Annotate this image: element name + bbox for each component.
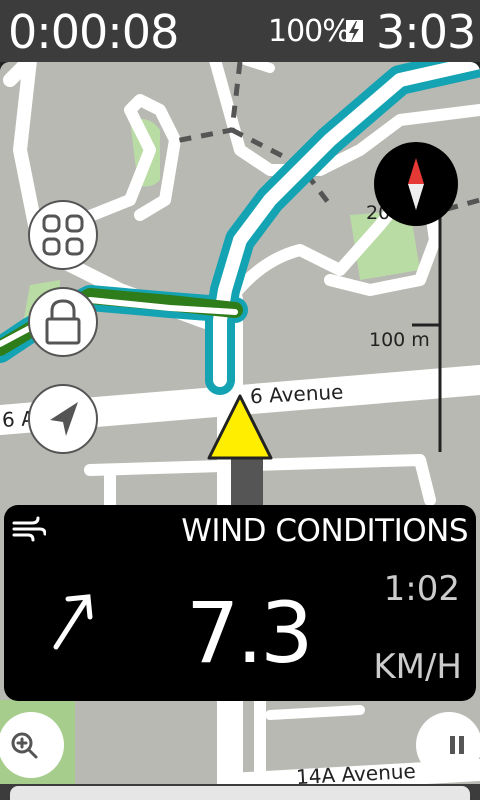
bottom-bar — [0, 784, 480, 800]
charging-icon — [346, 20, 363, 42]
elapsed-time: 0:00:08 — [8, 5, 179, 59]
compass-icon — [408, 158, 424, 210]
lock-button[interactable] — [28, 287, 98, 357]
pause-button[interactable] — [416, 712, 480, 778]
locate-button[interactable] — [28, 384, 98, 454]
wind-conditions-panel[interactable]: WIND CONDITIONS 7.3 1:02 KM/H — [4, 505, 476, 701]
navigation-cursor-icon — [207, 394, 273, 460]
lock-icon — [45, 299, 81, 345]
pause-icon — [450, 736, 464, 754]
navigation-arrow-icon — [50, 402, 78, 436]
panel-title: WIND CONDITIONS — [181, 513, 468, 549]
panel-time: 1:02 — [383, 569, 460, 609]
compass-button[interactable] — [374, 142, 458, 226]
clock: 3:03 — [376, 5, 476, 59]
drawer-handle[interactable] — [10, 786, 470, 800]
grid-icon — [42, 214, 84, 256]
zoom-in-button[interactable] — [0, 712, 64, 778]
wind-icon — [12, 516, 46, 542]
apps-button[interactable] — [28, 200, 98, 270]
status-bar: 0:00:08 100% 3:03 — [0, 0, 480, 62]
wind-direction-arrow-icon — [53, 594, 93, 650]
zoom-in-icon — [11, 732, 38, 759]
wind-speed-value: 7.3 — [186, 584, 314, 682]
speed-unit: KM/H — [373, 647, 462, 687]
battery-percentage: 100% — [268, 14, 351, 49]
scale-label-100: 100 m — [369, 329, 430, 351]
